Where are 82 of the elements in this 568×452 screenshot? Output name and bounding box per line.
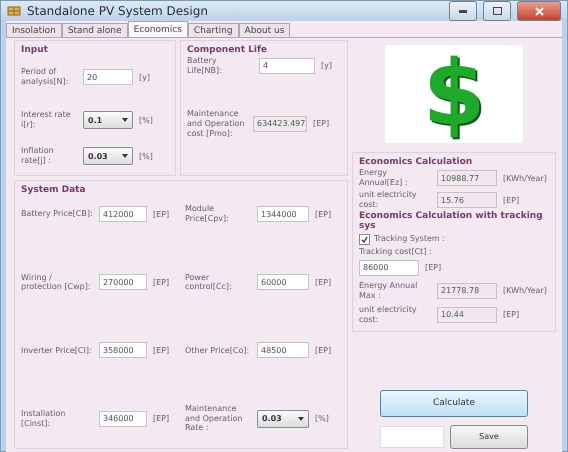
- maximize-button[interactable]: [483, 1, 511, 21]
- input-field[interactable]: 270000: [99, 274, 147, 290]
- input-field[interactable]: 412000: [99, 206, 147, 222]
- tab[interactable]: About us: [238, 23, 290, 37]
- field-label: Period of analysis[N]:: [21, 67, 70, 87]
- input-field[interactable]: 346000: [99, 410, 147, 427]
- group-title: Input: [21, 45, 49, 55]
- unit-label: [y]: [321, 61, 333, 70]
- tab[interactable]: Stand alone: [62, 23, 128, 37]
- field-label: Installation [Cinst]:: [21, 408, 66, 428]
- field-label: Energy Annual[Ez] :: [359, 168, 409, 188]
- dropdown-arrow-icon: [298, 416, 304, 421]
- dollar-sign-logo: $: [385, 45, 523, 143]
- input-field[interactable]: 358000: [99, 342, 147, 358]
- unit-label: [EP]: [503, 196, 520, 204]
- check-icon: [361, 236, 368, 242]
- input-field[interactable]: 48500: [257, 342, 309, 358]
- field-label: Power control[Cc]:: [185, 272, 233, 292]
- input-field[interactable]: 60000: [257, 274, 309, 290]
- readonly-field[interactable]: 15.76: [437, 192, 497, 208]
- dropdown[interactable]: 0.03: [83, 147, 133, 165]
- minimize-button[interactable]: [449, 1, 477, 21]
- dropdown[interactable]: 0.03: [257, 410, 309, 428]
- field-label: Maintenance and Operation Rate :: [185, 404, 244, 433]
- field-label: Inverter Price[CI]:: [21, 346, 93, 356]
- field-label: Wiring / protection [Cwp]:: [21, 272, 92, 292]
- input-field[interactable]: 20: [83, 69, 133, 85]
- readonly-field[interactable]: 10988.77: [437, 170, 497, 186]
- tab[interactable]: Insolation: [6, 23, 62, 37]
- window-title: Standalone PV System Design: [27, 4, 209, 18]
- unit-label: [EP]: [313, 119, 330, 128]
- unit-label: [EP]: [315, 346, 332, 355]
- readonly-field[interactable]: 10.44: [437, 306, 497, 323]
- group-title: System Data: [21, 185, 87, 195]
- save-button[interactable]: Save: [450, 424, 528, 449]
- close-button[interactable]: [517, 1, 561, 21]
- dropdown-arrow-icon: [122, 118, 128, 122]
- unit-label: [EP]: [425, 263, 442, 272]
- field-label: unit electricity cost:: [359, 190, 418, 210]
- group-title: Economics Calculation: [359, 157, 474, 167]
- field-label: Other Price[Co]:: [185, 346, 250, 356]
- minimize-icon: [459, 10, 467, 12]
- field-label: Battery Price[CB]:: [21, 209, 93, 219]
- field-label: Battery Life[NB]:: [187, 56, 223, 76]
- unit-label: [%]: [139, 116, 154, 124]
- unit-label: [EP]: [153, 414, 170, 424]
- group-title: Component Life: [187, 45, 268, 55]
- output-field[interactable]: [380, 426, 444, 448]
- field-label: Tracking cost[Ct] :: [359, 247, 433, 257]
- unit-label: [EP]: [315, 278, 332, 287]
- group-title: Economics Calculation with tracking sys: [359, 211, 544, 231]
- dropdown[interactable]: 0.1: [83, 111, 133, 129]
- unit-label: [%]: [315, 414, 330, 424]
- close-icon: [534, 6, 544, 16]
- readonly-field[interactable]: 21778.78: [437, 282, 497, 299]
- unit-label: [y]: [139, 72, 151, 82]
- field-label: Interest rate i[r]:: [21, 110, 72, 130]
- field-label: Module Price[Cpv]:: [185, 204, 230, 224]
- checkbox[interactable]: [359, 234, 370, 244]
- checkbox-label: Tracking System :: [374, 234, 445, 244]
- maximize-icon: [492, 7, 502, 15]
- unit-label: [EP]: [315, 210, 332, 218]
- dropdown-arrow-icon: [122, 154, 128, 158]
- field-label: unit electricity cost:: [359, 305, 418, 324]
- field-label: Maintenance and Operation cost [Pmo]:: [187, 109, 246, 138]
- input-field[interactable]: 1344000: [257, 206, 309, 222]
- unit-label: [KWh/Year]: [503, 286, 548, 296]
- tab[interactable]: Economics: [128, 21, 188, 37]
- app-icon: [7, 5, 21, 17]
- unit-label: [EP]: [153, 278, 170, 287]
- readonly-field[interactable]: 634423.497: [253, 116, 307, 132]
- tab[interactable]: Charting: [188, 23, 239, 37]
- calculate-button[interactable]: Calculate: [380, 390, 528, 417]
- input-field[interactable]: 4: [259, 58, 315, 74]
- unit-label: [KWh/Year]: [503, 174, 548, 182]
- unit-label: [EP]: [153, 346, 170, 355]
- input-field[interactable]: 86000: [359, 260, 419, 276]
- unit-label: [%]: [139, 152, 154, 160]
- unit-label: [EP]: [153, 210, 170, 218]
- field-label: Energy Annual Max :: [359, 281, 418, 300]
- unit-label: [EP]: [503, 310, 520, 320]
- field-label: Inflation rate[j] :: [21, 146, 55, 166]
